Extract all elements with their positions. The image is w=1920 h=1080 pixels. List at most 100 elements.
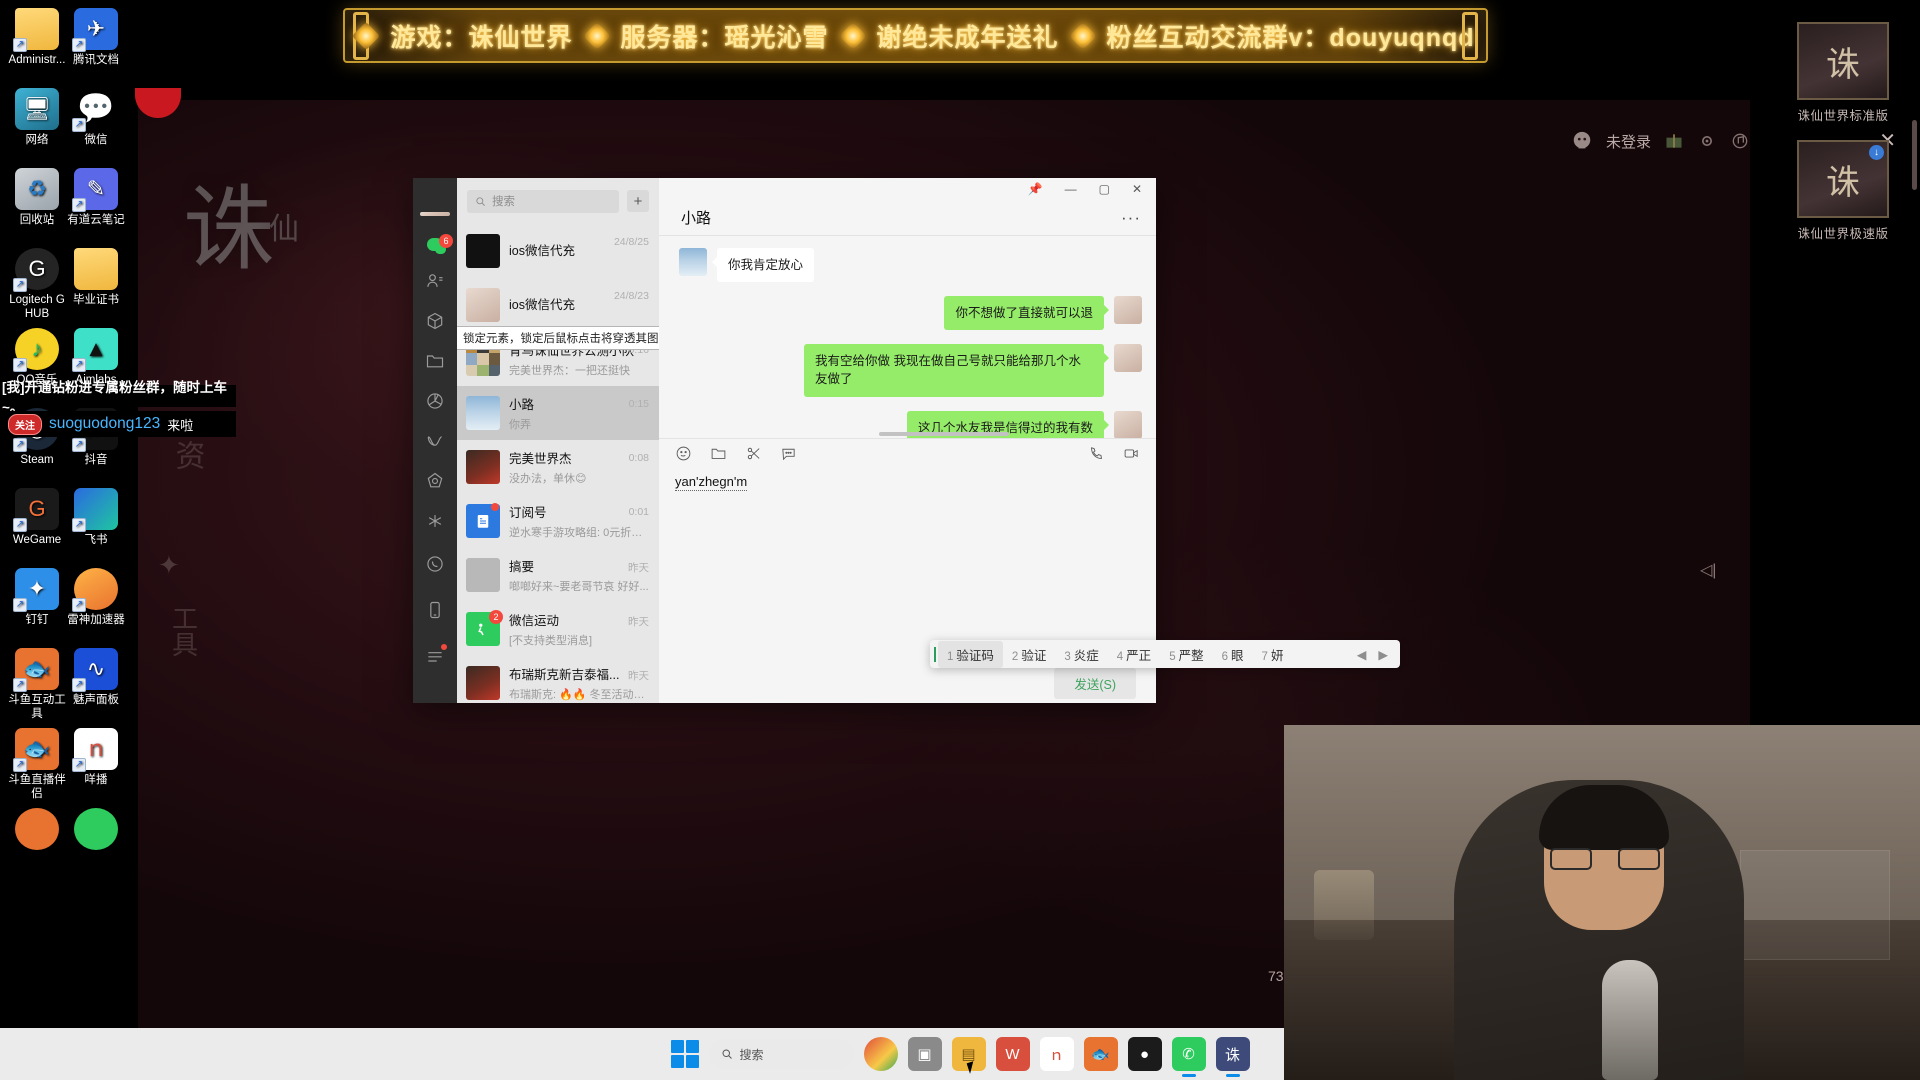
- emoji-icon[interactable]: [675, 445, 692, 462]
- desktop-icon-network[interactable]: 🖥 网络: [4, 88, 70, 148]
- desktop-icon-meisheng-panel[interactable]: ∿ ↗ 魅声面板: [63, 648, 129, 708]
- desktop-icon-label: 咩播: [84, 774, 108, 786]
- desktop-icon-youdao-note[interactable]: ✎ ↗ 有道云笔记: [63, 168, 129, 228]
- app-obs[interactable]: ●: [1127, 1037, 1162, 1071]
- add-chat-button[interactable]: +: [627, 190, 649, 212]
- chat-time: 0:08: [628, 452, 649, 464]
- more-icon[interactable]: ···: [1121, 208, 1141, 228]
- sidebar-item-contacts[interactable]: [422, 271, 448, 291]
- maximize-icon[interactable]: ▢: [1099, 182, 1110, 196]
- pin-icon[interactable]: 📌: [1028, 182, 1043, 196]
- desktop-icon-label: 魅声面板: [73, 694, 119, 706]
- game-collapse-icon[interactable]: ◁|: [1700, 560, 1716, 580]
- ime-candidate-7[interactable]: 7妍: [1253, 641, 1293, 668]
- desktop-icon-diploma-folder[interactable]: 毕业证书: [63, 248, 129, 308]
- list-item[interactable]: ios微信代充 24/8/25: [457, 224, 659, 278]
- desktop-icon-extra-1[interactable]: [4, 808, 70, 854]
- sidebar-item-mobile[interactable]: [422, 597, 448, 623]
- wegame-icon: G ↗: [13, 488, 59, 532]
- avatar[interactable]: [420, 212, 450, 216]
- sidebar-item-mini-programs[interactable]: [422, 471, 448, 491]
- voice-call-icon[interactable]: [1088, 445, 1105, 462]
- app-wechat[interactable]: ✆: [1171, 1037, 1206, 1071]
- rail-card-standard[interactable]: 诛 诛仙世界标准版: [1784, 22, 1902, 124]
- list-item[interactable]: 订阅号 逆水寒手游攻略组: 0元折扣... 0:01: [457, 494, 659, 548]
- ime-candidate-4[interactable]: 4 严正: [1108, 641, 1160, 668]
- banner-segment-4: 粉丝互动交流群v：douyuqnqd: [1106, 23, 1475, 52]
- desktop-icon-tencent-docs[interactable]: ✈ ↗ 腾讯文档: [63, 8, 129, 68]
- desktop-icon-recycle-bin[interactable]: ♻ 回收站: [4, 168, 70, 228]
- desktop-icon-label: 腾讯文档: [73, 54, 119, 66]
- sidebar-item-channels[interactable]: [422, 431, 448, 451]
- ime-next-page-icon[interactable]: ▶: [1378, 647, 1388, 662]
- list-item[interactable]: ios微信代充 24/8/23: [457, 278, 659, 332]
- ime-candidate-2[interactable]: 2 验证: [1003, 641, 1055, 668]
- list-item[interactable]: 2 微信运动 [不支持类型消息] 昨天: [457, 602, 659, 656]
- message-list[interactable]: 你我肯定放心 你不想做了直接就可以退 我有空给你做 我现在做自己号就只能给那几个…: [659, 236, 1156, 438]
- desktop-icon-administrator[interactable]: ↗ Administr...: [4, 8, 70, 68]
- ime-candidate-1[interactable]: 1 验证码: [938, 640, 1003, 668]
- desktop-icon-label: 网络: [25, 134, 49, 146]
- desktop-icon-douyu-live[interactable]: 🐟 ↗ 斗鱼直播伴侣: [4, 728, 70, 802]
- sidebar-item-phone[interactable]: [422, 551, 448, 577]
- app-task-view[interactable]: ▣: [907, 1037, 942, 1071]
- search-input[interactable]: 搜索: [467, 189, 619, 213]
- sidebar-item-files[interactable]: [422, 351, 448, 371]
- chat-list[interactable]: ios微信代充 24/8/25 ios微信代充 24/8/23 锁定元素，锁定后…: [457, 224, 659, 703]
- desktop-icon-label: 钉钉: [25, 614, 49, 626]
- list-item[interactable]: 完美世界杰 没办法，单休😊 0:08: [457, 440, 659, 494]
- list-item[interactable]: 布瑞斯克新吉泰福... 布瑞斯克: 🔥🔥 冬至活动预... 昨天: [457, 656, 659, 703]
- desktop-icon-extra-2[interactable]: [63, 808, 129, 854]
- app-game[interactable]: 诛: [1215, 1037, 1250, 1071]
- wechat-sports-icon: [478, 623, 484, 636]
- send-button[interactable]: 发送(S): [1054, 667, 1136, 699]
- compose-text: yan'zhegn'm: [675, 473, 748, 491]
- list-item[interactable]: 锁定元素，锁定后鼠标点击将穿透其图层 青鸟诛仙世界公测小队 完美世界杰：一把还挺…: [457, 326, 659, 386]
- start-button[interactable]: [670, 1040, 699, 1068]
- game-music-icon[interactable]: [1730, 131, 1750, 151]
- desktop-icon-feishu[interactable]: ↗ 飞书: [63, 488, 129, 548]
- game-settings-icon[interactable]: [1697, 131, 1717, 151]
- app-chrome[interactable]: [863, 1037, 898, 1071]
- minimize-icon[interactable]: —: [1065, 182, 1077, 196]
- scissors-icon[interactable]: [745, 445, 762, 462]
- sidebar-item-more[interactable]: [422, 511, 448, 531]
- list-item[interactable]: 搞要 啷啷好来~要老哥节哀 好好... 昨天: [457, 548, 659, 602]
- app-douyu[interactable]: 🐟: [1083, 1037, 1118, 1071]
- sidebar-item-chats[interactable]: 6: [422, 234, 453, 254]
- banner-diamond-icon: [838, 21, 867, 50]
- sidebar-item-moments[interactable]: [422, 391, 448, 411]
- desktop-icon-wegame[interactable]: G ↗ WeGame: [4, 488, 70, 548]
- sidebar-item-favorites[interactable]: [422, 311, 448, 331]
- taskbar-search[interactable]: 搜索: [708, 1039, 854, 1069]
- video-call-icon[interactable]: [1123, 445, 1140, 462]
- desktop-icon-logitech-ghub[interactable]: G ↗ Logitech G HUB: [4, 248, 70, 322]
- ime-prev-page-icon[interactable]: ◀: [1357, 647, 1367, 662]
- ime-candidate-bar[interactable]: 1 验证码 2 验证 3 炎症 4 严正 5 严整 6眼 7妍 ◀ ▶: [930, 640, 1400, 668]
- desktop-icon-wechat[interactable]: 💬 ↗ 微信: [63, 88, 129, 148]
- sidebar-item-settings-menu[interactable]: [422, 643, 448, 669]
- webcam-overlay: [1284, 725, 1920, 1080]
- desktop-icon-leishen[interactable]: ↗ 雷神加速器: [63, 568, 129, 628]
- message-scroll-indicator[interactable]: [879, 431, 1009, 436]
- game-account-status[interactable]: 未登录: [1571, 130, 1750, 152]
- ime-candidate-3[interactable]: 3 炎症: [1055, 641, 1107, 668]
- wechat-search-row: 搜索 +: [457, 178, 659, 224]
- desktop-icon-douyu-tool[interactable]: 🐟 ↗ 斗鱼互动工具: [4, 648, 70, 722]
- app-wps[interactable]: W: [995, 1037, 1030, 1071]
- close-icon[interactable]: ✕: [1132, 182, 1142, 196]
- game-gift-icon[interactable]: [1664, 131, 1684, 151]
- rail-card-express[interactable]: 诛 ↓ 诛仙世界极速版: [1784, 140, 1902, 242]
- desktop-icon-dingtalk[interactable]: ✦ ↗ 钉钉: [4, 568, 70, 628]
- message-input[interactable]: yan'zhegn'm: [659, 468, 1156, 664]
- game-rail-scrollbar[interactable]: [1912, 120, 1917, 190]
- mobile-icon: [430, 601, 440, 619]
- app-miebo[interactable]: ｎ: [1039, 1037, 1074, 1071]
- list-item-selected[interactable]: 小路 你弄 0:15: [457, 386, 659, 440]
- ime-candidate-6[interactable]: 6眼: [1213, 641, 1253, 668]
- chat-history-icon[interactable]: [780, 445, 797, 462]
- desktop-icon-miebo[interactable]: ｎ ↗ 咩播: [63, 728, 129, 788]
- folder-icon[interactable]: [710, 445, 727, 462]
- ime-candidate-5[interactable]: 5 严整: [1160, 641, 1212, 668]
- desktop-icon-label: 回收站: [19, 214, 55, 226]
